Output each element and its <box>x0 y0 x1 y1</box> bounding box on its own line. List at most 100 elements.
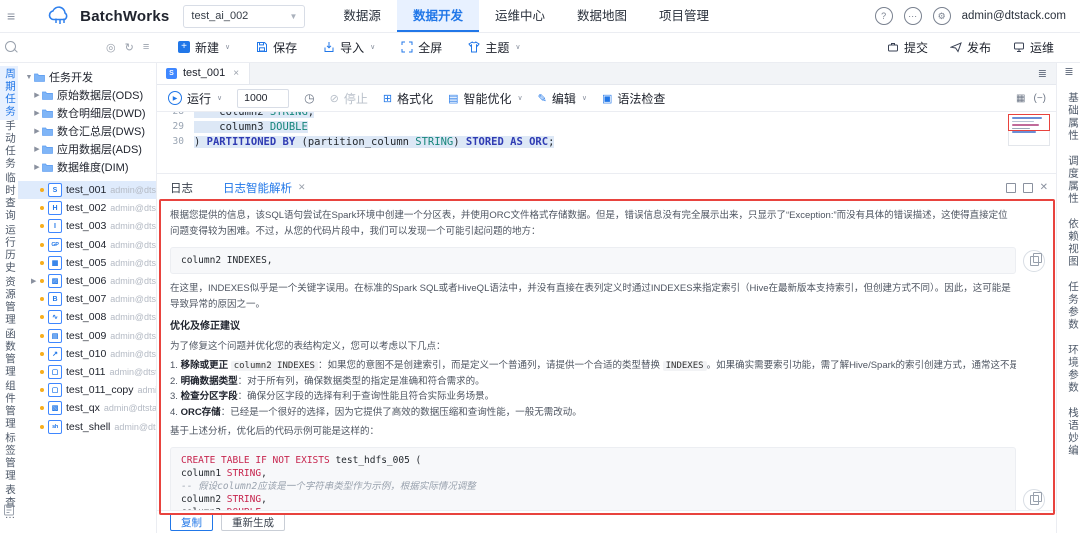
tree-task[interactable]: ▢ test_011admin@dtstack.c... <box>18 363 156 381</box>
panel-list-icon[interactable]: ≣ <box>1057 65 1080 78</box>
edit-button[interactable]: ✎ 编辑 ∨ <box>538 90 587 107</box>
copy-icon <box>1029 491 1042 505</box>
tree-task[interactable]: Stest_001admin@dtstack.c... <box>18 181 156 200</box>
tree-task[interactable]: ▶ ▨ test_006admin@dtstack.c... <box>18 272 156 290</box>
left-rail-item-8[interactable]: 标签管理 <box>0 430 18 484</box>
tree-task[interactable]: ▢ test_011_copyadmin@dts... <box>18 381 156 399</box>
tree-task[interactable]: Btest_007admin@dtstack.c... <box>18 290 156 308</box>
analysis-paragraph: 在这里，INDEXES似乎是一个关键字误用。在标准的Spark SQL或者Hiv… <box>170 283 1011 310</box>
tree-task[interactable]: sh test_shelladmin@dtstack... <box>18 417 156 435</box>
editor-tab-test-001[interactable]: S test_001 × <box>156 62 251 84</box>
gear-icon[interactable]: ⚙ <box>932 7 951 25</box>
nav-item-项目管理[interactable]: 项目管理 <box>643 0 725 32</box>
panel-tab-日志智能解析[interactable]: 日志智能解析 ✕ <box>223 174 306 201</box>
nav-item-运维中心[interactable]: 运维中心 <box>479 0 561 32</box>
close-panel-icon[interactable]: ✕ <box>1040 182 1048 193</box>
right-rail-item-5[interactable]: 环境参数 <box>1057 344 1080 394</box>
tab-list-icon[interactable]: ≣ <box>1038 67 1047 80</box>
tree-folder[interactable]: ▶ 数仓明细层(DWD) <box>18 104 156 122</box>
task-owner: admin@dtstack.c... <box>110 203 156 214</box>
left-rail-item-1[interactable]: 周期任务 <box>0 66 18 120</box>
close-tab-icon[interactable]: ✕ <box>298 182 306 193</box>
right-rail-item-2[interactable]: 调度属性 <box>1057 155 1080 205</box>
left-rail-item-2[interactable]: 手动任务 <box>0 118 18 172</box>
toolbar-ops-button[interactable]: 运维 <box>1013 39 1054 56</box>
tree-toolbar: ◎ ↻ ≡ <box>106 32 149 62</box>
list-icon[interactable]: ≡ <box>143 41 149 53</box>
toolbar-save-button[interactable]: 保存 <box>256 39 297 56</box>
code-token: ) <box>194 135 207 148</box>
left-rail-item-9[interactable]: 表查… <box>0 482 18 525</box>
left-rail-item-6[interactable]: 函数管理 <box>0 326 18 380</box>
task-name: test_011 <box>66 365 106 378</box>
toolbar-fullscreen-button[interactable]: 全屏 <box>401 39 442 56</box>
code-token: column2 <box>181 494 227 505</box>
nav-item-数据开发[interactable]: 数据开发 <box>396 0 479 32</box>
toolbar-theme-button[interactable]: 主题 ∨ <box>468 39 520 56</box>
restore-panel-icon[interactable] <box>1022 182 1033 193</box>
regenerate-button[interactable]: 重新生成 <box>221 513 285 531</box>
help-icon[interactable]: ? <box>874 7 893 25</box>
toolbar-publish-button[interactable]: 发布 <box>949 39 991 56</box>
toolbar-new-label: 新建 <box>195 40 220 55</box>
task-owner: admin@dtstack.c... <box>110 312 156 323</box>
close-tab-icon[interactable]: × <box>233 68 239 79</box>
tree-folder[interactable]: ▶ 应用数据层(ADS) <box>18 140 156 158</box>
row-limit-input[interactable]: 1000 <box>237 88 290 108</box>
cloud-logo-icon <box>48 6 68 24</box>
tree-folder[interactable]: ▶ 原始数据层(ODS) <box>18 86 156 104</box>
minimap[interactable] <box>1008 114 1050 146</box>
search-icon[interactable] <box>5 41 16 52</box>
nav-item-数据源[interactable]: 数据源 <box>327 0 397 32</box>
task-type-icon: ▢ <box>48 383 62 398</box>
run-button[interactable]: ▶ 运行 ∨ <box>168 90 222 107</box>
smart-optimize-button[interactable]: ▤ 智能优化 ∨ <box>448 90 523 107</box>
left-rail-item-5[interactable]: 资源管理 <box>0 274 18 328</box>
tree-folder[interactable]: ▶ 数仓汇总层(DWS) <box>18 122 156 140</box>
history-clock-icon[interactable]: ◷ <box>304 91 314 105</box>
sql-editor[interactable]: 28 column2 STRING,29 column3 DOUBLE30) P… <box>156 112 1056 174</box>
nav-item-数据地图[interactable]: 数据地图 <box>561 0 643 32</box>
right-rail-item-4[interactable]: 任务参数 <box>1057 281 1080 331</box>
tree-task[interactable]: Itest_003admin@dtstack.c... <box>18 217 156 235</box>
analysis-heading: 优化及修正建议 <box>170 321 240 332</box>
tree-folder[interactable]: ▶ 数据维度(DIM) <box>18 158 156 176</box>
tree-task[interactable]: ▧ test_qxadmin@dtstack.co... <box>18 399 156 417</box>
toolbar-submit-button[interactable]: 提交 <box>887 39 928 56</box>
toolbar-import-button[interactable]: 导入 ∨ <box>323 39 375 56</box>
hamburger-menu-icon[interactable]: ≡ <box>7 8 15 24</box>
tree-task[interactable]: Htest_002admin@dtstack.c... <box>18 199 156 217</box>
left-rail-item-3[interactable]: 临时查询 <box>0 170 18 224</box>
grid-icon[interactable]: ▦ <box>1016 93 1025 104</box>
left-rail-item-7[interactable]: 组件管理 <box>0 378 18 432</box>
left-rail-item-4[interactable]: 运行历史 <box>0 222 18 276</box>
tree-task[interactable]: GP test_004admin@dtstack.c... <box>18 236 156 254</box>
format-button[interactable]: ⊞ 格式化 <box>383 90 433 107</box>
analysis-list-item: 3. 检查分区字段：确保分区字段的选择有利于查询性能且符合实际业务场景。 <box>170 391 495 402</box>
project-select[interactable]: test_ai_002 ▼ <box>183 4 306 28</box>
user-account[interactable]: admin@dtstack.com <box>962 10 1066 22</box>
right-rail-item-3[interactable]: 依赖视图 <box>1057 218 1080 268</box>
copy-code-button[interactable] <box>1023 488 1045 511</box>
right-rail-item-1[interactable]: 基础属性 <box>1057 92 1080 142</box>
task-type-icon: ∿ <box>48 310 62 325</box>
message-icon[interactable]: ⋯ <box>903 7 922 25</box>
syntax-check-button[interactable]: ▣ 语法检查 <box>602 90 665 107</box>
tree-root[interactable]: ▼ 任务开发 <box>18 68 156 86</box>
tree-task[interactable]: ▦ test_005admin@dtstack.c... <box>18 254 156 272</box>
expand-panel-icon[interactable] <box>1005 182 1016 193</box>
tree-task[interactable]: ↗ test_010admin@dtstack.c... <box>18 345 156 363</box>
task-status-dot <box>40 260 44 265</box>
copy-button[interactable]: 复制 <box>170 513 213 531</box>
right-rail-item-6[interactable]: 栈语妙编 <box>1057 407 1080 457</box>
toolbar-new-button[interactable]: + 新建 ∨ <box>178 39 230 56</box>
panel-tab-日志[interactable]: 日志 <box>170 174 193 201</box>
stop-button[interactable]: ⊘ 停止 <box>330 90 368 107</box>
bracket-collapse-icon[interactable]: (−) <box>1034 93 1047 104</box>
task-owner: admin@dtstack.c... <box>110 294 156 305</box>
tree-task[interactable]: ▤ test_009admin@dtstack.c... <box>18 327 156 345</box>
tree-task[interactable]: ∿ test_008admin@dtstack.c... <box>18 308 156 326</box>
copy-code-button[interactable] <box>1023 249 1045 272</box>
locate-icon[interactable]: ◎ <box>106 41 116 54</box>
refresh-icon[interactable]: ↻ <box>125 41 134 54</box>
